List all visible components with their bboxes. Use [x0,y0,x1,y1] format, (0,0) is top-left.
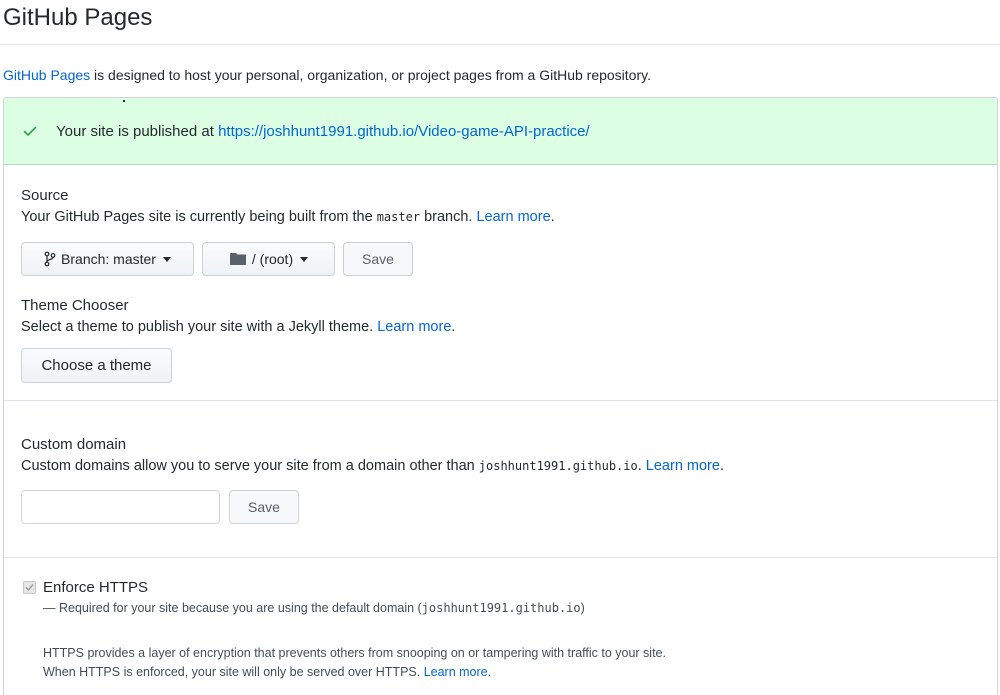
custom-domain-title: Custom domain [21,436,127,453]
https-info-line-2: When HTTPS is enforced, your site will o… [43,665,491,679]
published-flash: Your site is published at https://joshhu… [4,98,997,165]
theme-description: Select a theme to publish your site with… [21,319,455,335]
custom-domain-desc-prefix: Custom domains allow you to serve your s… [21,458,479,474]
github-pages-link[interactable]: GitHub Pages [3,67,90,83]
branch-button-label: Branch: master [61,251,156,267]
page-title: GitHub Pages [3,4,153,31]
folder-select-button[interactable]: / (root) [202,242,335,276]
git-branch-icon [44,251,56,267]
folder-icon [229,253,246,265]
https-info-line-1: HTTPS provides a layer of encryption tha… [43,646,666,660]
published-prefix: Your site is published at [56,123,219,140]
theme-learn-more-link[interactable]: Learn more [377,319,451,335]
custom-domain-input[interactable] [21,490,220,524]
custom-domain-desc-suffix: . [637,458,646,474]
caret-down-icon [300,256,309,262]
https-info-line-2-text: When HTTPS is enforced, your site will o… [43,665,424,679]
published-site-url[interactable]: https://joshhunt1991.github.io/Video-gam… [218,123,590,140]
enforce-https-label: Enforce HTTPS [43,579,149,596]
folder-button-label: / (root) [251,251,294,267]
custom-domain-period: . [719,458,724,474]
https-note-prefix: — Required for your site because you are… [43,601,422,615]
pages-settings-box: Your site is published at https://joshhu… [3,97,998,695]
source-title: Source [21,187,69,204]
source-desc-suffix: branch. [420,209,477,225]
source-branch-code: master [376,210,421,224]
stray-dot [123,100,125,102]
intro-text: GitHub Pages is designed to host your pe… [3,67,651,83]
choose-theme-button[interactable]: Choose a theme [21,348,172,383]
custom-domain-description: Custom domains allow you to serve your s… [21,458,724,474]
github-pages-settings: GitHub Pages GitHub Pages is designed to… [0,0,1000,695]
source-period: . [550,209,555,225]
https-note-suffix: ) [580,601,585,615]
check-icon [23,126,37,136]
theme-title: Theme Chooser [21,297,129,314]
source-save-button[interactable]: Save [343,242,413,276]
section-divider [4,557,997,558]
title-divider [0,44,1000,45]
checkmark-icon [25,584,34,592]
https-required-note: — Required for your site because you are… [43,601,585,615]
source-learn-more-link[interactable]: Learn more [476,209,550,225]
source-desc-prefix: Your GitHub Pages site is currently bein… [21,209,377,225]
https-note-domain: joshhunt1991.github.io [421,601,581,615]
published-message: Your site is published at https://joshhu… [56,123,590,140]
section-divider [4,400,997,401]
custom-domain-save-button[interactable]: Save [229,490,299,524]
intro-description: is designed to host your personal, organ… [90,67,651,83]
branch-select-button[interactable]: Branch: master [21,242,194,276]
source-description: Your GitHub Pages site is currently bein… [21,209,555,225]
custom-domain-default-code: joshhunt1991.github.io [478,459,638,473]
caret-down-icon [162,256,171,262]
theme-period: . [451,319,456,335]
theme-desc-text: Select a theme to publish your site with… [21,319,378,335]
enforce-https-checkbox[interactable] [23,581,36,594]
custom-domain-learn-more-link[interactable]: Learn more [646,458,720,474]
https-learn-more-link[interactable]: Learn more. [424,665,491,679]
